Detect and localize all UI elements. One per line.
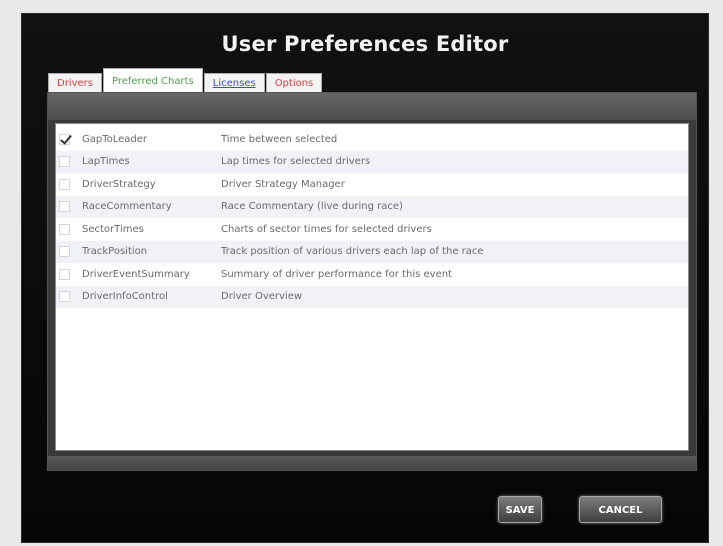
tab-preferred-charts[interactable]: Preferred Charts	[102, 68, 203, 93]
chart-description: Charts of sector times for selected driv…	[221, 223, 432, 235]
chart-description: Summary of driver performance for this e…	[221, 268, 452, 280]
chart-name: TrackPosition	[82, 246, 148, 258]
list-item[interactable]: DriverEventSummary Summary of driver per…	[56, 263, 688, 286]
tab-label: Preferred Charts	[111, 76, 194, 87]
chart-name: SectorTimes	[82, 223, 144, 235]
panel-footer	[48, 456, 696, 470]
chart-checkbox[interactable]	[59, 268, 70, 280]
dialog-title: User Preferences Editor	[221, 32, 509, 56]
chart-checkbox[interactable]	[59, 246, 70, 258]
chart-name: DriverEventSummary	[82, 268, 190, 280]
list-item[interactable]: GapToLeader Time between selected	[56, 128, 688, 151]
list-item[interactable]: TrackPosition Track position of various …	[56, 240, 688, 263]
chart-name: DriverInfoControl	[82, 291, 168, 303]
charts-list[interactable]: GapToLeader Time between selected LapTim…	[55, 123, 689, 451]
list-item[interactable]: DriverStrategy Driver Strategy Manager	[56, 173, 688, 196]
chart-checkbox[interactable]	[59, 156, 70, 168]
chart-checkbox[interactable]	[59, 223, 70, 235]
tab-label: Drivers	[57, 78, 93, 89]
save-button[interactable]: SAVE	[498, 496, 542, 523]
chart-name: LapTimes	[82, 156, 130, 168]
chart-checkbox[interactable]	[59, 133, 70, 145]
chart-description: Time between selected	[221, 133, 338, 145]
chart-name: GapToLeader	[82, 133, 148, 145]
preferences-dialog: User Preferences Editor Drivers Preferre…	[21, 13, 709, 543]
chart-description: Race Commentary (live during race)	[221, 201, 403, 213]
chart-checkbox[interactable]	[59, 201, 70, 213]
list-item[interactable]: RaceCommentary Race Commentary (live dur…	[56, 195, 688, 218]
chart-checkbox[interactable]	[59, 178, 70, 190]
tab-label: Licenses	[212, 78, 256, 89]
panel-header	[48, 93, 696, 120]
chart-name: DriverStrategy	[82, 178, 156, 190]
chart-checkbox[interactable]	[59, 291, 70, 303]
cancel-button[interactable]: CANCEL	[579, 496, 662, 523]
tab-bar: Drivers Preferred Charts Licenses Option…	[48, 68, 323, 93]
tab-licenses[interactable]: Licenses	[203, 73, 265, 93]
chart-description: Track position of various drivers each l…	[221, 246, 484, 258]
tab-content-panel: GapToLeader Time between selected LapTim…	[47, 92, 697, 471]
tab-label: Options	[274, 78, 314, 89]
chart-name: RaceCommentary	[82, 201, 172, 213]
list-item[interactable]: LapTimes Lap times for selected drivers	[56, 150, 688, 173]
chart-description: Lap times for selected drivers	[221, 156, 371, 168]
list-item[interactable]: SectorTimes Charts of sector times for s…	[56, 218, 688, 241]
tab-drivers[interactable]: Drivers	[48, 73, 102, 93]
list-item[interactable]: DriverInfoControl Driver Overview	[56, 285, 688, 308]
tab-options[interactable]: Options	[265, 73, 323, 93]
chart-description: Driver Overview	[221, 291, 303, 303]
chart-description: Driver Strategy Manager	[221, 178, 345, 190]
